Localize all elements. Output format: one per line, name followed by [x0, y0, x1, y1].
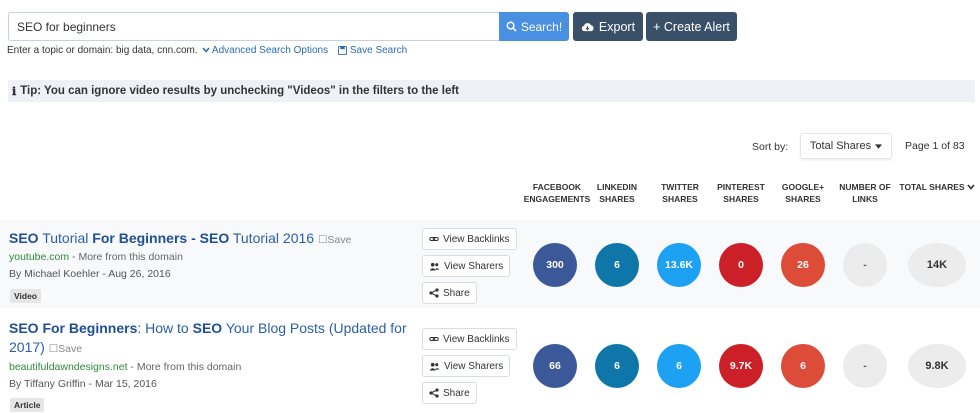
- page-info: Page 1 of 83: [905, 140, 965, 152]
- view-sharers-button[interactable]: View Sharers: [422, 355, 511, 377]
- col-twitter: TWITTER SHARES: [661, 182, 699, 204]
- view-sharers-label: View Sharers: [444, 360, 504, 372]
- save-disk-icon: [338, 45, 348, 55]
- chevron-down-icon: [202, 47, 210, 54]
- view-backlinks-label: View Backlinks: [443, 333, 510, 345]
- linkedin-count: 6: [595, 344, 639, 388]
- result-domain-link[interactable]: youtube.com: [9, 251, 69, 263]
- link-icon: [429, 334, 439, 344]
- facebook-count: 300: [533, 243, 577, 287]
- sort-selected: Total Shares: [809, 140, 872, 152]
- save-result[interactable]: ☐Save: [318, 234, 351, 246]
- total-shares: 14K: [908, 243, 966, 287]
- col-total-shares[interactable]: TOTAL SHARES: [898, 181, 976, 193]
- col-pinterest: PINTEREST SHARES: [717, 182, 765, 204]
- google-count: 6: [781, 344, 825, 388]
- col-total-label: TOTAL SHARES: [899, 182, 965, 192]
- view-backlinks-button[interactable]: View Backlinks: [422, 228, 517, 250]
- col-google: GOOGLE+ SHARES: [781, 182, 825, 204]
- col-links: NUMBER OF LINKS: [839, 182, 891, 204]
- search-bar: Search!: [8, 12, 569, 41]
- save-search-label: Save Search: [349, 45, 408, 56]
- save-result[interactable]: ☐Save: [49, 343, 82, 355]
- share-button[interactable]: Share: [422, 282, 477, 304]
- total-shares: 9.8K: [908, 344, 966, 388]
- result-domain-line: youtube.com - More from this domain: [9, 251, 183, 263]
- pinterest-count: 0: [719, 243, 763, 287]
- links-count: -: [843, 243, 887, 287]
- link-icon: [429, 234, 439, 244]
- col-linkedin: LINKEDIN SHARES: [596, 182, 638, 204]
- result-author: By Tiffany Griffin - Mar 15, 2016: [9, 378, 157, 390]
- view-sharers-button[interactable]: View Sharers: [422, 255, 511, 277]
- search-button-label: Search!: [520, 19, 563, 34]
- result-type-badge: Article: [10, 398, 45, 412]
- share-icon: [429, 388, 439, 398]
- pinterest-count: 9.7K: [719, 344, 763, 388]
- links-count: -: [843, 344, 887, 388]
- view-backlinks-label: View Backlinks: [443, 233, 510, 245]
- save-search-link[interactable]: Save Search: [338, 45, 407, 56]
- hint-text: Enter a topic or domain: big data, cnn.c…: [7, 45, 198, 56]
- view-sharers-label: View Sharers: [444, 260, 504, 272]
- export-button[interactable]: Export: [573, 12, 643, 41]
- chevron-down-icon: [966, 184, 975, 190]
- col-facebook: FACEBOOK ENGAGEMENTS: [523, 182, 591, 204]
- users-icon: [429, 362, 440, 371]
- result-author: By Michael Koehler - Aug 26, 2016: [9, 268, 171, 280]
- result-title[interactable]: SEO For Beginners: How to SEO Your Blog …: [9, 319, 409, 359]
- create-alert-button[interactable]: + Create Alert: [646, 12, 737, 41]
- google-count: 26: [781, 243, 825, 287]
- sort-label: Sort by:: [752, 141, 789, 153]
- sort-dropdown[interactable]: Total Shares: [800, 133, 892, 159]
- tip-text: Tip: You can ignore video results by unc…: [20, 85, 460, 97]
- export-label: Export: [598, 19, 636, 34]
- users-icon: [429, 262, 440, 271]
- result-title[interactable]: SEO Tutorial For Beginners - SEO Tutoria…: [9, 229, 409, 250]
- facebook-count: 66: [533, 344, 577, 388]
- caret-down-icon: [875, 143, 883, 149]
- result-domain-line: beautifuldawndesigns.net - More from thi…: [9, 361, 241, 373]
- tip-banner: ℹ Tip: You can ignore video results by u…: [8, 80, 975, 102]
- search-input[interactable]: [8, 12, 499, 41]
- more-from-domain[interactable]: - More from this domain: [69, 251, 183, 263]
- share-label: Share: [443, 387, 470, 399]
- advanced-search-label: Advanced Search Options: [211, 45, 329, 56]
- share-icon: [429, 288, 439, 298]
- more-from-domain[interactable]: - More from this domain: [128, 361, 241, 373]
- linkedin-count: 6: [595, 243, 639, 287]
- info-icon: ℹ: [12, 85, 17, 98]
- result-type-badge: Video: [10, 289, 41, 303]
- share-label: Share: [443, 287, 470, 299]
- result-domain-link[interactable]: beautifuldawndesigns.net: [9, 361, 128, 373]
- cloud-download-icon: [581, 22, 594, 32]
- twitter-count: 13.6K: [657, 243, 701, 287]
- twitter-count: 6: [657, 344, 701, 388]
- share-button[interactable]: Share: [422, 382, 477, 404]
- advanced-search-link[interactable]: Advanced Search Options: [202, 45, 328, 56]
- create-alert-label: + Create Alert: [653, 19, 730, 34]
- search-icon: [506, 21, 517, 32]
- view-backlinks-button[interactable]: View Backlinks: [422, 328, 517, 350]
- search-hint: Enter a topic or domain: big data, cnn.c…: [7, 45, 407, 56]
- search-button[interactable]: Search!: [499, 12, 569, 41]
